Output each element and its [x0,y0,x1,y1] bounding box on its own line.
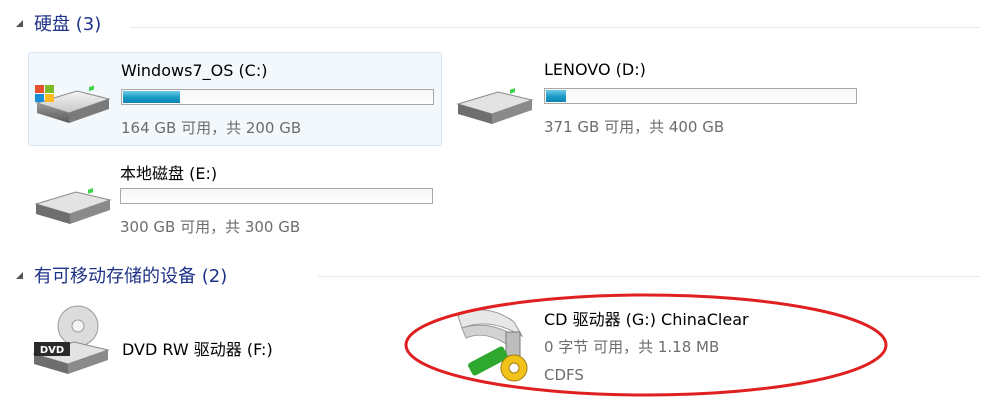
drive-space-text: 300 GB 可用，共 300 GB [120,218,301,236]
drive-item-e[interactable]: 本地磁盘 (E:) 300 GB 可用，共 300 GB [28,152,440,244]
dvd-badge: DVD [40,345,64,356]
group-divider [130,27,980,28]
collapse-arrow-icon[interactable] [14,270,24,280]
hard-drive-icon [456,88,534,124]
windows-drive-icon [35,85,111,123]
capacity-bar-fill [546,90,566,102]
capacity-bar-fill [123,91,180,103]
collapse-arrow-icon[interactable] [14,18,24,28]
drive-space-text: 371 GB 可用，共 400 GB [544,118,725,136]
drive-item-c[interactable]: Windows7_OS (C:) 164 GB 可用，共 200 GB [28,52,442,146]
group-divider [318,276,980,277]
dvd-drive-icon: DVD [32,305,110,374]
group-header-removable[interactable]: 有可移动存储的设备 (2) [14,262,227,288]
capacity-bar [120,188,433,204]
drive-item-d[interactable]: LENOVO (D:) 371 GB 可用，共 400 GB [450,52,862,144]
capacity-bar [544,88,857,104]
drive-name: DVD RW 驱动器 (F:) [122,340,273,359]
group-header-hard-disks[interactable]: 硬盘 (3) [14,10,101,36]
capacity-bar [121,89,434,105]
annotation-ellipse [404,293,888,397]
group-title: 有可移动存储的设备 (2) [34,266,228,287]
drive-name: 本地磁盘 (E:) [120,164,218,183]
drive-name: Windows7_OS (C:) [121,61,268,80]
drive-name: LENOVO (D:) [544,60,646,79]
hard-drive-icon [34,188,112,224]
group-title: 硬盘 (3) [34,14,102,35]
drive-item-f[interactable]: DVD DVD RW 驱动器 (F:) [28,298,388,388]
drive-space-text: 164 GB 可用，共 200 GB [121,119,302,137]
